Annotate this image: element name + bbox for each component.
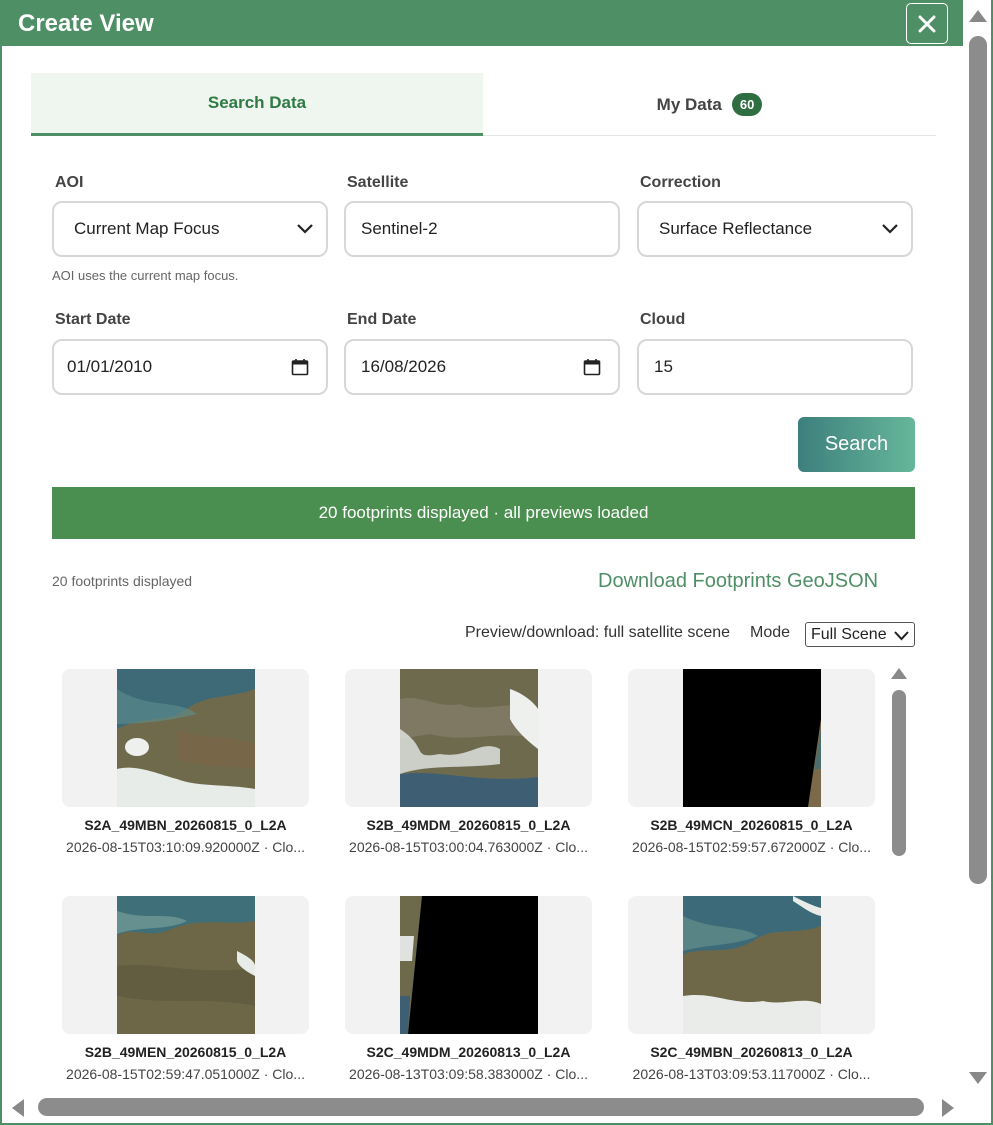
tab-label: My Data — [656, 94, 722, 114]
chevron-down-icon — [882, 224, 898, 234]
satellite-label: Satellite — [347, 174, 409, 191]
aoi-select[interactable]: Current Map Focus — [52, 201, 328, 257]
scene-meta: 2026-08-13T03:09:58.383000Z · Clo... — [349, 1066, 588, 1082]
scene-card[interactable]: S2C_49MBN_20260813_0_L2A 2026-08-13T03:0… — [628, 896, 878, 1125]
tab-bar: Search Data My Data 60 — [31, 73, 936, 136]
footprint-count: 20 footprints displayed — [52, 573, 193, 589]
preview-mode-description: Preview/download: full satellite scene — [465, 624, 731, 641]
correction-value: Surface Reflectance — [659, 219, 813, 238]
cloud-label: Cloud — [640, 311, 686, 328]
aoi-value: Current Map Focus — [74, 219, 220, 238]
scene-preview-frame[interactable] — [628, 669, 875, 807]
chevron-down-icon — [894, 631, 909, 641]
tab-my-data[interactable]: My Data 60 — [483, 73, 936, 136]
start-date-value: 01/01/2010 — [67, 357, 153, 376]
scene-meta: 2026-08-15T03:10:09.920000Z · Clo... — [66, 839, 305, 855]
end-date-label: End Date — [347, 311, 417, 328]
dialog-title: Create View — [18, 10, 154, 37]
scene-preview-image — [117, 669, 255, 807]
start-date-label: Start Date — [55, 311, 131, 328]
correction-label: Correction — [640, 174, 721, 191]
close-icon — [918, 15, 936, 32]
scene-preview-image — [400, 896, 538, 1034]
scene-preview-frame[interactable] — [345, 669, 592, 807]
scene-preview-frame[interactable] — [62, 669, 309, 807]
scroll-up-arrow-icon[interactable] — [891, 668, 907, 679]
scene-preview-image — [683, 669, 821, 807]
results-scrollbar[interactable] — [888, 662, 910, 1092]
calendar-icon[interactable] — [291, 358, 309, 376]
scene-name: S2B_49MEN_20260815_0_L2A — [84, 1044, 287, 1060]
start-date-input[interactable]: 01/01/2010 — [52, 339, 328, 395]
scene-meta: 2026-08-15T02:59:57.672000Z · Clo... — [632, 839, 871, 855]
aoi-hint: AOI uses the current map focus. — [52, 268, 239, 283]
scene-name: S2B_49MDM_20260815_0_L2A — [366, 817, 571, 833]
correction-select[interactable]: Surface Reflectance — [637, 201, 913, 257]
vertical-scroll-thumb[interactable] — [969, 36, 987, 884]
mode-label: Mode — [750, 624, 791, 641]
mode-select[interactable]: Full Scene — [805, 622, 915, 647]
scene-preview-frame[interactable] — [62, 896, 309, 1034]
dialog-titlebar: Create View — [0, 0, 963, 46]
scene-meta: 2026-08-15T02:59:47.051000Z · Clo... — [66, 1066, 305, 1082]
download-geojson-link[interactable]: Download Footprints GeoJSON — [598, 570, 878, 593]
end-date-value: 16/08/2026 — [361, 357, 447, 376]
close-button[interactable] — [906, 3, 948, 44]
satellite-value: Sentinel-2 — [361, 219, 438, 238]
tab-search-data[interactable]: Search Data — [31, 73, 483, 136]
cloud-value: 15 — [654, 357, 673, 376]
search-button[interactable]: Search — [798, 417, 915, 472]
status-banner: 20 footprints displayed · all previews l… — [52, 487, 915, 539]
end-date-input[interactable]: 16/08/2026 — [344, 339, 620, 395]
scene-preview-image — [400, 669, 538, 807]
scene-meta: 2026-08-13T03:09:53.117000Z · Clo... — [632, 1066, 871, 1082]
mode-value: Full Scene — [811, 625, 887, 643]
calendar-icon[interactable] — [583, 358, 601, 376]
tab-label: Search Data — [207, 93, 307, 112]
scroll-right-arrow-icon[interactable] — [942, 1099, 954, 1117]
aoi-label: AOI — [55, 174, 84, 191]
scene-name: S2A_49MBN_20260815_0_L2A — [84, 817, 287, 833]
satellite-field[interactable]: Sentinel-2 — [344, 201, 620, 257]
scene-card[interactable]: S2A_49MBN_20260815_0_L2A 2026-08-15T03:1… — [62, 669, 312, 899]
scene-preview-frame[interactable] — [345, 896, 592, 1034]
scroll-down-arrow-icon[interactable] — [969, 1072, 987, 1084]
count-badge: 60 — [731, 93, 763, 116]
scene-meta: 2026-08-15T03:00:04.763000Z · Clo... — [349, 839, 588, 855]
scene-card[interactable]: S2B_49MDM_20260815_0_L2A 2026-08-15T03:0… — [345, 669, 595, 899]
scene-card[interactable]: S2B_49MEN_20260815_0_L2A 2026-08-15T02:5… — [62, 896, 312, 1125]
scene-preview-image — [117, 896, 255, 1034]
chevron-down-icon — [297, 224, 313, 234]
results-scroll-thumb[interactable] — [892, 690, 906, 856]
scene-name: S2C_49MDM_20260813_0_L2A — [366, 1044, 571, 1060]
scene-preview-image — [683, 896, 821, 1034]
scene-name: S2B_49MCN_20260815_0_L2A — [650, 817, 853, 833]
vertical-scrollbar[interactable] — [965, 0, 991, 1095]
scene-name: S2C_49MBN_20260813_0_L2A — [650, 1044, 853, 1060]
cloud-input[interactable]: 15 — [637, 339, 913, 395]
scroll-left-arrow-icon[interactable] — [12, 1099, 24, 1117]
scene-card[interactable]: S2B_49MCN_20260815_0_L2A 2026-08-15T02:5… — [628, 669, 878, 899]
scene-card[interactable]: S2C_49MDM_20260813_0_L2A 2026-08-13T03:0… — [345, 896, 595, 1125]
scene-preview-frame[interactable] — [628, 896, 875, 1034]
scroll-up-arrow-icon[interactable] — [969, 10, 987, 22]
